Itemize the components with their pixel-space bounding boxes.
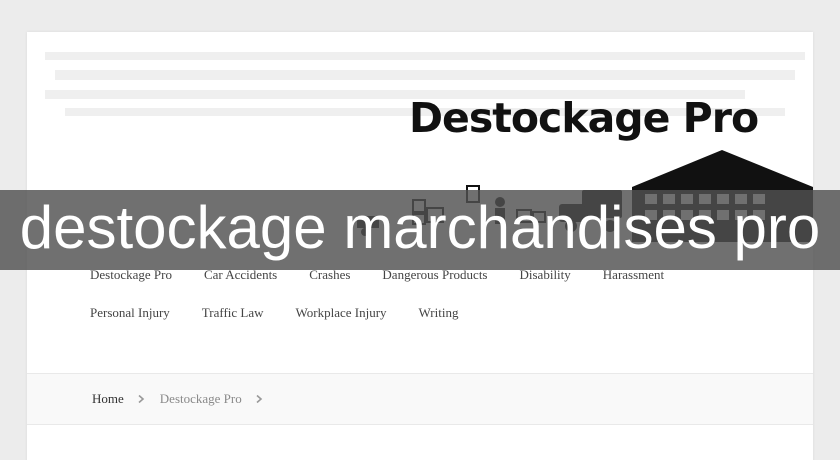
chevron-right-icon <box>136 394 146 404</box>
nav-row-2: Personal Injury Traffic Law Workplace In… <box>90 294 770 332</box>
banner-title: destockage marchandises pro <box>19 194 821 261</box>
breadcrumb-current[interactable]: Destockage Pro <box>160 391 242 407</box>
nav-item-personal-injury[interactable]: Personal Injury <box>90 305 170 321</box>
breadcrumb: Home Destockage Pro <box>27 373 813 425</box>
title-banner: destockage marchandises pro <box>0 190 840 270</box>
nav-item-traffic-law[interactable]: Traffic Law <box>202 305 264 321</box>
site-logo-title[interactable]: Destockage Pro <box>409 94 759 142</box>
nav-item-workplace-injury[interactable]: Workplace Injury <box>296 305 387 321</box>
chevron-right-icon <box>254 394 264 404</box>
nav-item-writing[interactable]: Writing <box>419 305 459 321</box>
breadcrumb-home-link[interactable]: Home <box>92 391 124 407</box>
